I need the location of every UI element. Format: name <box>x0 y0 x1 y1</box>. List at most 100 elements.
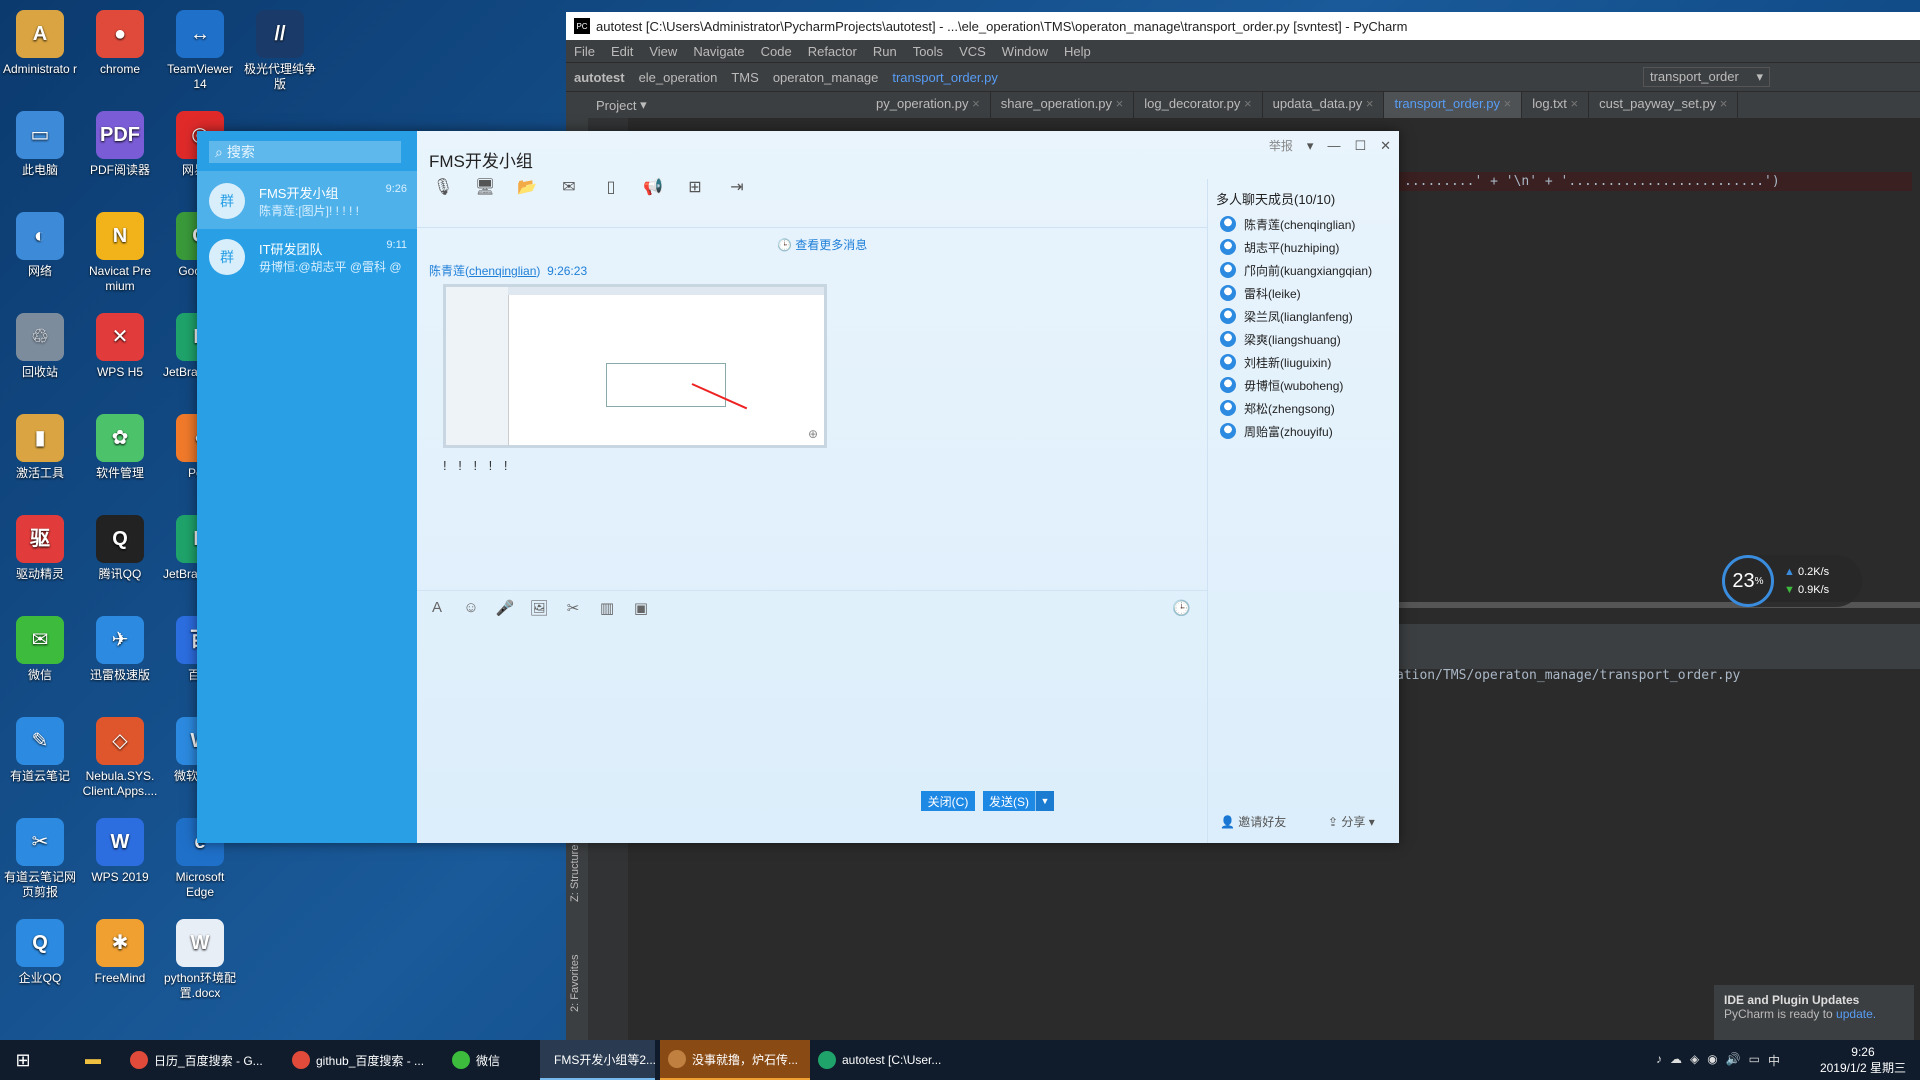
tab-close-icon[interactable]: × <box>1716 96 1728 111</box>
chart-icon[interactable]: ▥ <box>595 599 619 617</box>
menu-view[interactable]: View <box>641 44 685 59</box>
notice-update-link[interactable]: update. <box>1836 1007 1876 1021</box>
history-clock-icon[interactable]: 🕒 <box>1172 599 1191 617</box>
desktop-icon[interactable]: ▭ 此电脑 <box>0 111 80 178</box>
desktop-icon[interactable]: Wpython环境配置.docx <box>160 919 240 1001</box>
taskbar-app[interactable]: FMS开发小组等2... <box>540 1040 655 1080</box>
menu-tools[interactable]: Tools <box>905 44 951 59</box>
pycharm-titlebar[interactable]: PC autotest [C:\Users\Administrator\Pych… <box>566 12 1920 40</box>
member-item[interactable]: 周贻富(zhouyifu) <box>1220 420 1333 442</box>
nav-crumb-file[interactable]: transport_order.py <box>892 70 998 85</box>
taskbar-app[interactable]: 日历_百度搜索 - G... <box>122 1040 272 1080</box>
nav-crumb-root[interactable]: autotest <box>574 70 625 85</box>
desktop-icon[interactable]: PDF PDF阅读器 <box>80 111 160 178</box>
message-input-area[interactable] <box>417 590 1207 844</box>
start-button[interactable]: ⊞ <box>0 1040 46 1080</box>
file-transfer-icon[interactable]: 📂 <box>513 177 541 197</box>
editor-tab[interactable]: updata_data.py × <box>1263 92 1385 118</box>
minimize-icon[interactable]: — <box>1327 138 1340 153</box>
desktop-icon[interactable]: A Administrato r <box>0 10 80 77</box>
tab-close-icon[interactable]: × <box>1112 96 1124 111</box>
run-config-select[interactable]: transport_order ▾ <box>1642 67 1770 87</box>
tab-close-icon[interactable]: × <box>1362 96 1374 111</box>
desktop-icon[interactable]: // 极光代理纯争版 <box>240 10 320 92</box>
mail-icon[interactable]: ✉ <box>555 177 583 197</box>
editor-tab[interactable]: cust_payway_set.py × <box>1589 92 1739 118</box>
report-button[interactable]: 举报 <box>1269 137 1293 154</box>
tray-icon-c[interactable]: ◈ <box>1690 1052 1699 1069</box>
menu-window[interactable]: Window <box>994 44 1056 59</box>
send-options-icon[interactable]: ▼ <box>1035 791 1054 811</box>
menu-edit[interactable]: Edit <box>603 44 641 59</box>
menu-help[interactable]: Help <box>1056 44 1099 59</box>
desktop-icon[interactable]: W WPS 2019 <box>80 818 160 885</box>
send-button[interactable]: 发送(S) <box>983 791 1035 811</box>
phone-icon[interactable]: ▯ <box>597 177 625 197</box>
editor-tab[interactable]: share_operation.py × <box>991 92 1135 118</box>
tab-close-icon[interactable]: × <box>1500 96 1512 111</box>
menu-dropdown-icon[interactable]: ▾ <box>1307 138 1314 154</box>
menu-run[interactable]: Run <box>865 44 905 59</box>
desktop-icon[interactable]: ◐ 网络 <box>0 212 80 279</box>
desktop-icon[interactable]: ✉ 微信 <box>0 616 80 683</box>
chat-item-fms[interactable]: 群 FMS开发小组 陈青莲:[图片]! ! ! ! ! 9:26 <box>197 171 417 229</box>
taskbar-app[interactable]: github_百度搜索 - ... <box>284 1040 434 1080</box>
more-messages-link[interactable]: 🕒 查看更多消息 <box>777 236 867 253</box>
volume-icon[interactable]: 🔊 <box>1726 1052 1741 1069</box>
network-speed-widget[interactable]: 23% ▲ 0.2K/s ▼ 0.9K/s <box>1722 555 1862 607</box>
desktop-icon[interactable]: ▮ 激活工具 <box>0 414 80 481</box>
tab-close-icon[interactable]: × <box>1567 96 1579 111</box>
member-item[interactable]: 刘桂新(liuguixin) <box>1220 351 1331 373</box>
taskbar-app[interactable]: 微信 <box>444 1040 530 1080</box>
nav-crumb-2[interactable]: TMS <box>731 70 758 85</box>
more-tools-icon[interactable]: ▣ <box>629 599 653 617</box>
message-sender-id[interactable]: chenqinglian <box>469 264 536 278</box>
taskbar-app[interactable]: 没事就撸，炉石传... <box>660 1040 810 1080</box>
nav-crumb-1[interactable]: ele_operation <box>639 70 718 85</box>
maximize-icon[interactable]: ☐ <box>1354 138 1366 154</box>
voice-icon[interactable]: 🎤 <box>493 599 517 617</box>
member-item[interactable]: 毋博恒(wuboheng) <box>1220 374 1343 396</box>
ime-indicator[interactable]: 中 <box>1768 1052 1780 1069</box>
desktop-icon[interactable]: Q 企业QQ <box>0 919 80 986</box>
menu-refactor[interactable]: Refactor <box>800 44 865 59</box>
editor-tab[interactable]: py_operation.py × <box>866 92 991 118</box>
member-item[interactable]: 邝向前(kuangxiangqian) <box>1220 259 1372 281</box>
desktop-icon[interactable]: ✂ 有道云笔记网页剪报 <box>0 818 80 900</box>
desktop-icon[interactable]: Q 腾讯QQ <box>80 515 160 582</box>
desktop-icon[interactable]: ✕ WPS H5 <box>80 313 160 380</box>
update-notification[interactable]: IDE and Plugin Updates PyCharm is ready … <box>1714 985 1914 1040</box>
menu-vcs[interactable]: VCS <box>951 44 994 59</box>
image-icon[interactable]: 🖼 <box>527 599 551 617</box>
desktop-icon[interactable]: 驱驱动精灵 <box>0 515 80 582</box>
file-explorer-button[interactable]: ▬ <box>76 1040 110 1080</box>
member-item[interactable]: 郑松(zhengsong) <box>1220 397 1335 419</box>
desktop-icon[interactable]: ✎ 有道云笔记 <box>0 717 80 784</box>
menu-navigate[interactable]: Navigate <box>685 44 752 59</box>
favorites-tool-label[interactable]: 2: Favorites <box>569 955 581 1012</box>
broadcast-icon[interactable]: 📢 <box>639 177 667 197</box>
desktop-icon[interactable]: N Navicat Pre mium <box>80 212 160 294</box>
tray-icon-b[interactable]: ☁ <box>1670 1052 1682 1069</box>
close-button[interactable]: 关闭(C) <box>921 791 975 811</box>
menu-code[interactable]: Code <box>753 44 800 59</box>
desktop-icon[interactable]: ↔ TeamViewer 14 <box>160 10 240 92</box>
font-icon[interactable]: A <box>425 599 449 617</box>
emoji-icon[interactable]: ☺ <box>459 599 483 617</box>
share-button[interactable]: ⇪ 分享 ▾ <box>1328 813 1375 830</box>
member-item[interactable]: 梁兰凤(lianglanfeng) <box>1220 305 1353 327</box>
tray-icon-a[interactable]: ♪ <box>1656 1052 1662 1069</box>
structure-tool-label[interactable]: Z: Structure <box>569 845 581 902</box>
message-screenshot-image[interactable]: ⊕ <box>443 284 827 448</box>
desktop-icon[interactable]: ◇ Nebula.SYS. Client.Apps.... <box>80 717 160 799</box>
taskbar-clock[interactable]: 9:26 2019/1/2 星期三 <box>1820 1044 1906 1076</box>
tray-icon-d[interactable]: ◉ <box>1707 1052 1717 1069</box>
member-item[interactable]: 胡志平(huzhiping) <box>1220 236 1339 258</box>
desktop-icon[interactable]: ✿ 软件管理 <box>80 414 160 481</box>
taskbar-app[interactable]: autotest [C:\User... <box>810 1040 980 1080</box>
close-icon[interactable]: ✕ <box>1380 138 1391 154</box>
session-search-input[interactable]: ⌕ 搜索 <box>209 141 401 163</box>
exit-icon[interactable]: ⇥ <box>723 177 751 197</box>
invite-button[interactable]: 👤 邀请好友 <box>1220 813 1286 830</box>
desktop-icon[interactable]: ♲ 回收站 <box>0 313 80 380</box>
